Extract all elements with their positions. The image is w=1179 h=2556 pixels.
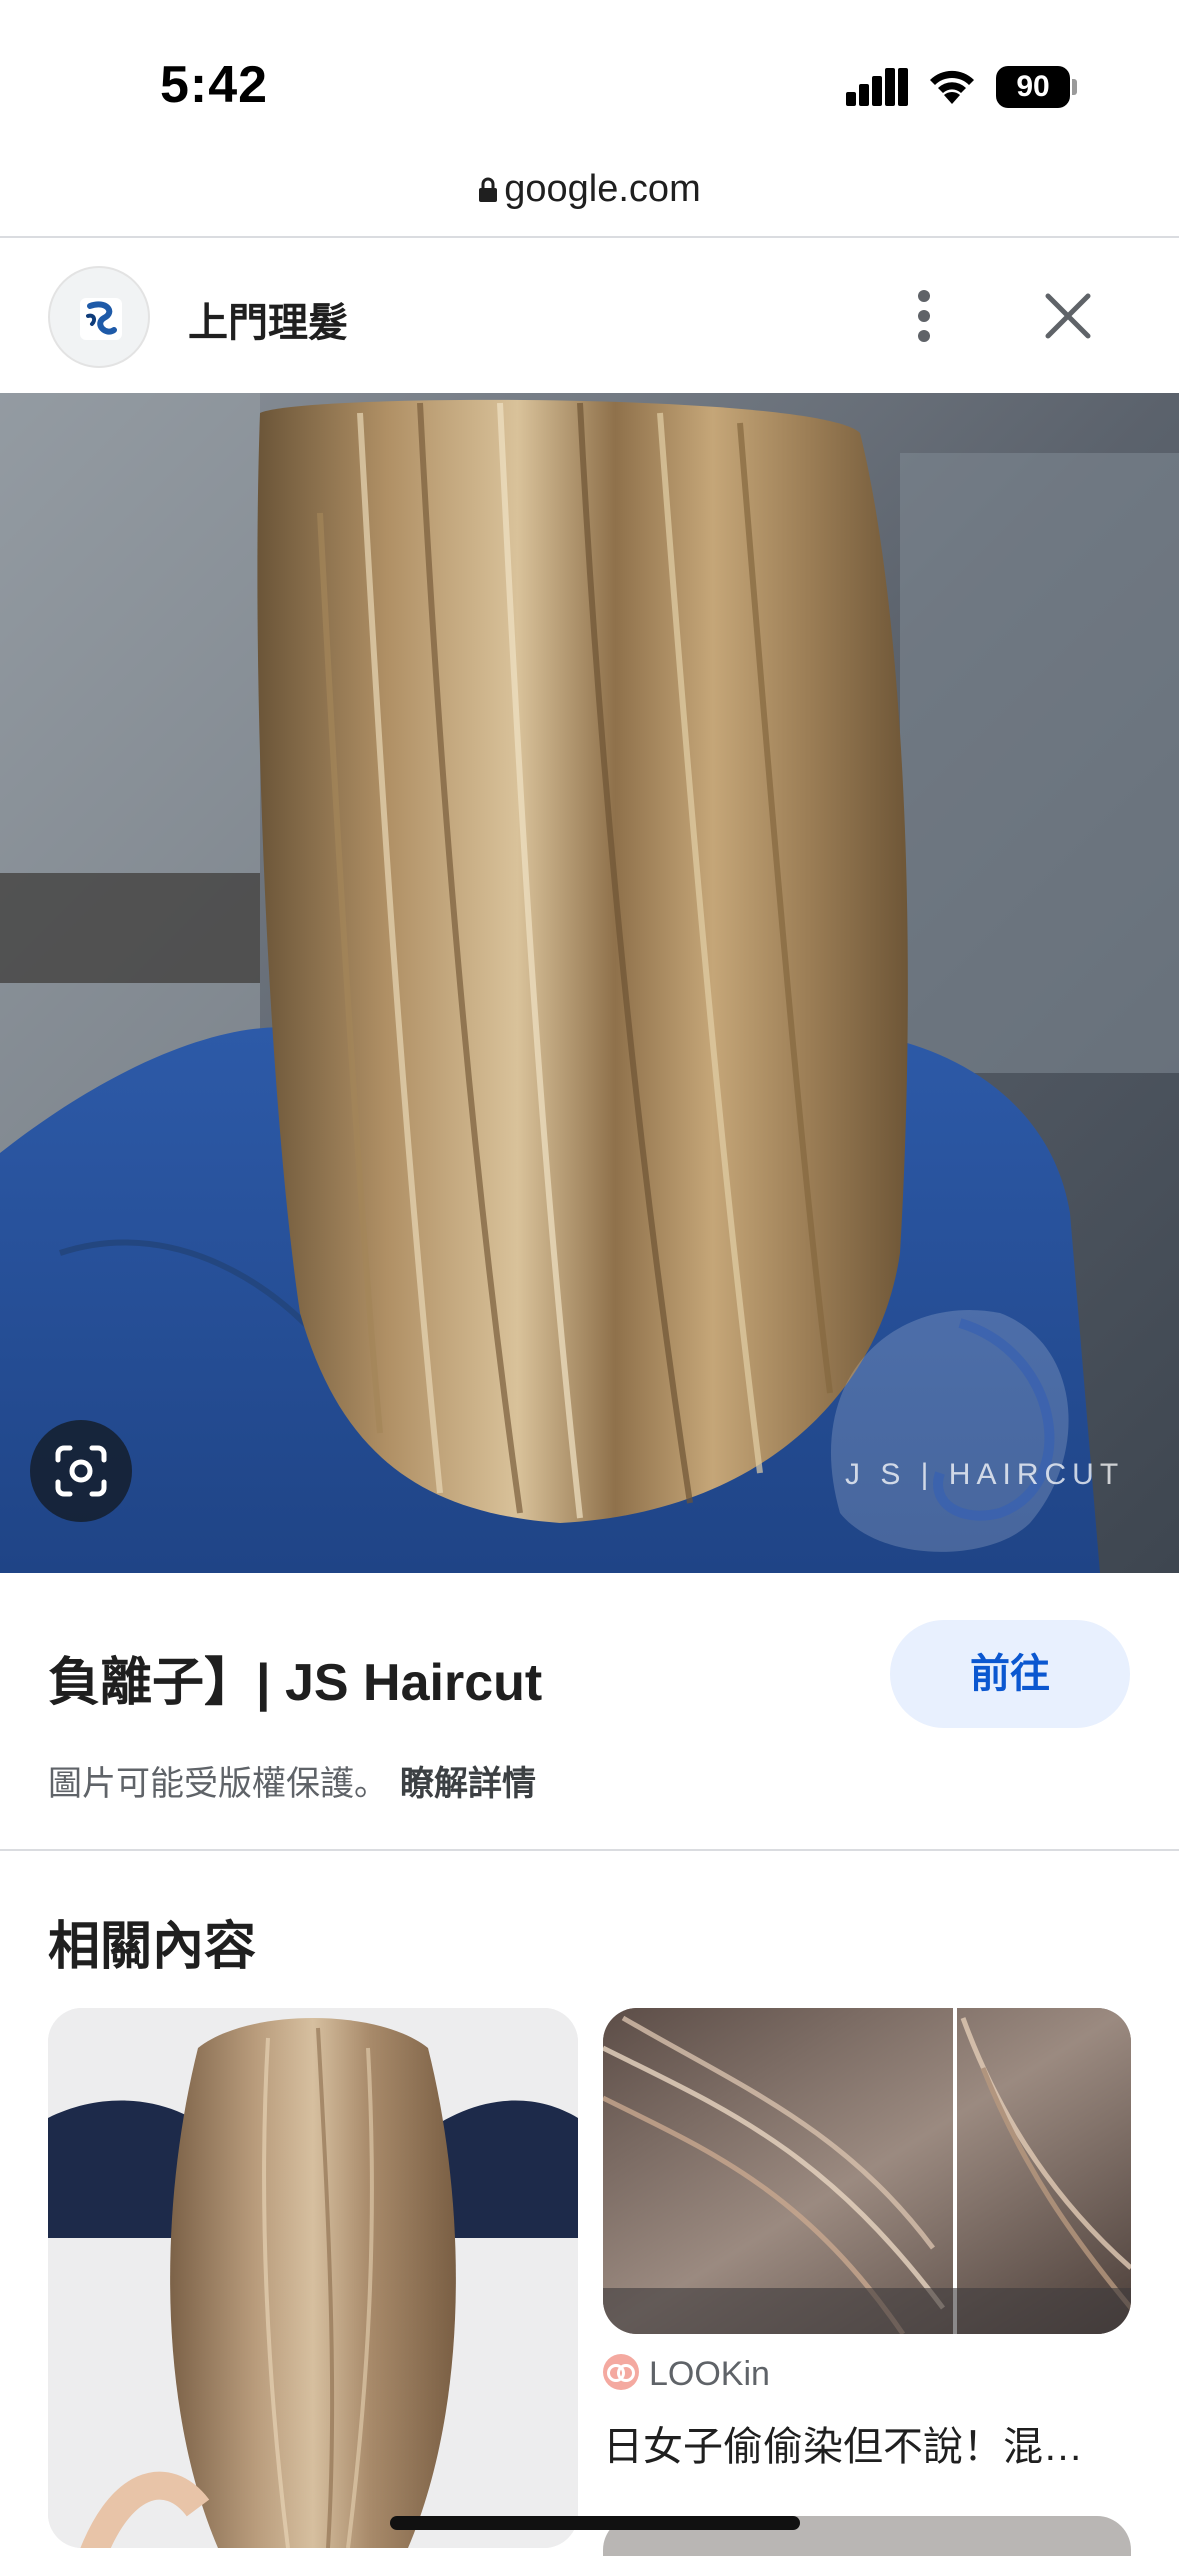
lens-icon — [55, 1445, 107, 1497]
related-image-card[interactable] — [48, 2008, 578, 2548]
home-indicator — [390, 2516, 800, 2530]
related-source-name: LOOKin — [649, 2355, 770, 2393]
result-title[interactable]: 負離子】| JS Haircut — [48, 1640, 542, 1715]
url-bar[interactable]: google.com — [0, 168, 1179, 211]
battery-icon: 90 — [996, 66, 1077, 108]
wifi-icon — [930, 70, 974, 104]
source-favicon[interactable] — [48, 266, 150, 368]
lock-icon — [479, 177, 498, 202]
status-bar: 5:42 90 — [0, 0, 1179, 150]
battery-level: 90 — [996, 66, 1070, 108]
copyright-notice: 圖片可能受版權保護。 瞭解詳情 — [48, 1756, 536, 1805]
related-heading: 相關內容 — [48, 1918, 257, 1976]
source-title[interactable]: 上門理髮 — [188, 290, 348, 348]
learn-more-link[interactable]: 瞭解詳情 — [400, 1765, 536, 1803]
related-image-card[interactable] — [603, 2008, 1131, 2334]
lookin-logo-icon — [603, 2354, 639, 2390]
related-caption[interactable]: 日女子偷偷染但不說！混… — [603, 2414, 1131, 2472]
section-divider — [0, 1849, 1179, 1851]
hair-photo — [0, 393, 1179, 1573]
js-logo-icon — [80, 298, 122, 340]
close-icon[interactable] — [1040, 288, 1096, 344]
header-divider — [0, 236, 1179, 238]
cellular-signal-icon — [846, 68, 908, 106]
copyright-text: 圖片可能受版權保護。 — [48, 1765, 388, 1803]
visit-button[interactable]: 前往 — [890, 1620, 1130, 1728]
image-watermark: J S | HAIRCUT — [845, 1458, 1125, 1491]
source-header: 上門理髮 — [0, 240, 1179, 392]
status-time: 5:42 — [160, 56, 269, 114]
related-source: LOOKin — [603, 2354, 770, 2394]
google-lens-button[interactable] — [30, 1420, 132, 1522]
main-image[interactable] — [0, 393, 1179, 1573]
related-image-2 — [603, 2008, 1131, 2334]
url-domain: google.com — [504, 168, 701, 210]
related-image-1 — [48, 2008, 578, 2548]
more-vert-icon[interactable] — [900, 284, 948, 348]
